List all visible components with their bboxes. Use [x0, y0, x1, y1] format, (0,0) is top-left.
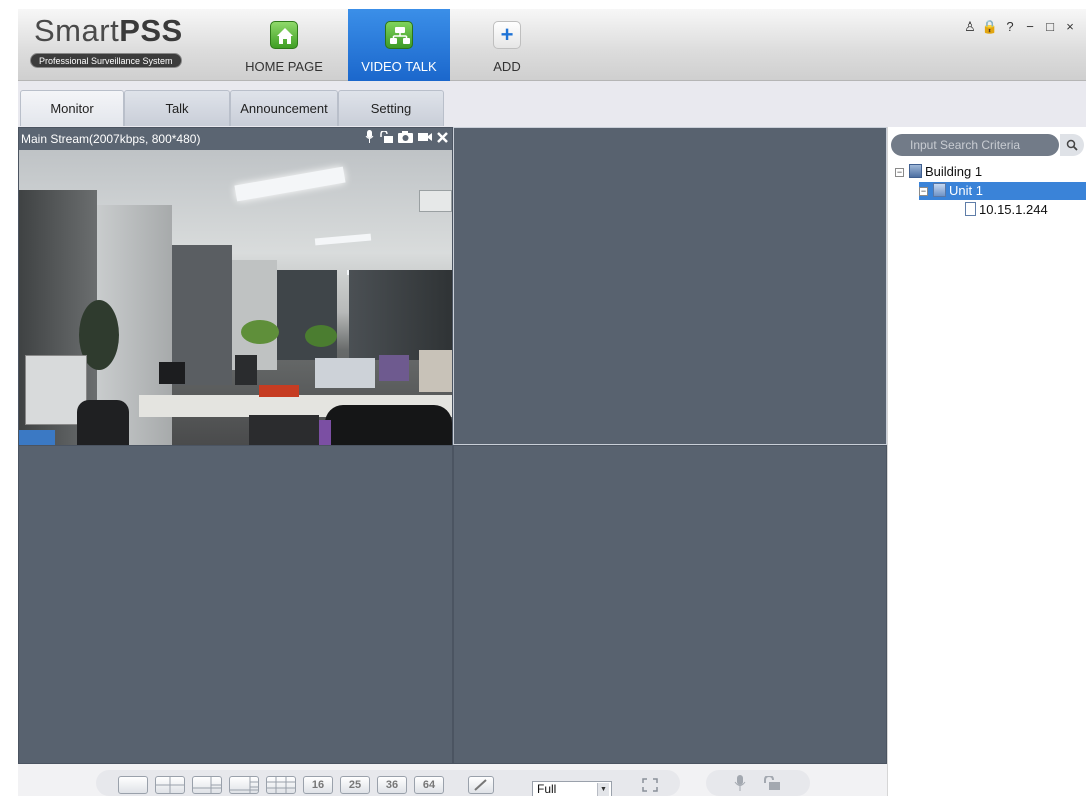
video-window-4[interactable] — [453, 445, 887, 764]
unit-icon — [933, 183, 946, 197]
collapse-icon[interactable]: − — [919, 187, 928, 196]
smartpss-logo: SmartPSS Professional Surveillance Syste… — [30, 13, 220, 77]
home-icon — [270, 21, 298, 49]
layout-4-button[interactable] — [155, 776, 185, 794]
video-window-3[interactable] — [18, 445, 453, 764]
home-page-label: HOME PAGE — [245, 59, 323, 74]
edit-layout-icon[interactable] — [468, 776, 494, 794]
stream-controls — [360, 128, 448, 150]
camera-feed-image — [19, 150, 452, 445]
tab-monitor[interactable]: Monitor — [20, 90, 124, 126]
tree-node-label: Unit 1 — [949, 183, 983, 198]
window-controls: ♙ 🔒? − □ × — [960, 19, 1080, 37]
device-icon — [965, 202, 976, 216]
microphone-icon[interactable] — [365, 128, 374, 150]
unlock-icon[interactable] — [762, 774, 780, 790]
lock-icon[interactable]: 🔒 — [980, 19, 1000, 35]
tab-announcement[interactable]: Announcement — [230, 90, 338, 126]
video-window-2[interactable] — [453, 127, 887, 445]
layout-8-button[interactable] — [229, 776, 259, 794]
stream-info-text: Main Stream(2007kbps, 800*480) — [21, 132, 201, 146]
close-icon[interactable] — [437, 128, 448, 150]
video-talk-icon — [385, 21, 413, 49]
tree-node-unit[interactable]: − Unit 1 — [919, 182, 1086, 200]
fullscreen-icon[interactable] — [642, 778, 658, 792]
chevron-down-icon: ▼ — [597, 783, 609, 796]
video-window-1[interactable]: Main Stream(2007kbps, 800*480) — [18, 127, 453, 445]
video-talk-label: VIDEO TALK — [361, 59, 437, 74]
tree-node-label: 10.15.1.244 — [979, 202, 1048, 217]
stream-info-bar: Main Stream(2007kbps, 800*480) — [19, 128, 452, 150]
tab-setting[interactable]: Setting — [338, 90, 444, 126]
device-tree-panel: Input Search Criteria − Building 1 − Unit … — [887, 127, 1086, 796]
layout-selector: 16 25 36 64 Full ▼ — [96, 770, 680, 796]
microphone-icon[interactable] — [734, 775, 746, 791]
bottom-toolbar: 16 25 36 64 Full ▼ — [18, 764, 887, 796]
layout-1-button[interactable] — [118, 776, 148, 794]
logo-title: SmartPSS — [34, 13, 183, 48]
search-icon[interactable] — [1060, 134, 1084, 156]
close-icon[interactable]: × — [1060, 19, 1080, 34]
layout-9-button[interactable] — [266, 776, 296, 794]
snapshot-icon[interactable] — [398, 128, 413, 150]
plus-icon: + — [493, 21, 521, 49]
logo-subtitle: Professional Surveillance System — [30, 53, 182, 68]
home-page-button[interactable]: HOME PAGE — [232, 9, 336, 81]
maximize-icon[interactable]: □ — [1040, 19, 1060, 34]
collapse-icon[interactable]: − — [895, 168, 904, 177]
tree-node-label: Building 1 — [925, 164, 983, 179]
tree-node-building[interactable]: − Building 1 — [895, 163, 982, 181]
layout-64-button[interactable]: 64 — [414, 776, 444, 794]
building-icon — [909, 164, 922, 178]
stream-mode-select[interactable]: Full ▼ — [532, 781, 612, 796]
search-input[interactable]: Input Search Criteria — [891, 134, 1059, 156]
video-grid: Main Stream(2007kbps, 800*480) — [18, 127, 887, 764]
layout-36-button[interactable]: 36 — [377, 776, 407, 794]
top-header: SmartPSS Professional Surveillance Syste… — [18, 9, 1086, 81]
add-label: ADD — [493, 59, 521, 74]
add-button[interactable]: + ADD — [462, 9, 552, 81]
layout-16-button[interactable]: 16 — [303, 776, 333, 794]
unlock-icon[interactable] — [379, 128, 393, 150]
talk-controls — [706, 770, 810, 796]
stream-mode-value: Full — [537, 782, 557, 796]
layout-25-button[interactable]: 25 — [340, 776, 370, 794]
user-icon[interactable]: ♙ — [960, 19, 980, 35]
tree-node-device[interactable]: 10.15.1.244 — [960, 201, 1048, 219]
tab-bar: Monitor Talk Announcement Setting — [18, 81, 1086, 127]
help-icon[interactable]: ? — [1000, 19, 1020, 34]
tab-talk[interactable]: Talk — [124, 90, 230, 126]
record-icon[interactable] — [418, 128, 432, 150]
layout-6-button[interactable] — [192, 776, 222, 794]
video-talk-button[interactable]: VIDEO TALK — [348, 9, 450, 81]
minimize-icon[interactable]: − — [1020, 19, 1040, 34]
